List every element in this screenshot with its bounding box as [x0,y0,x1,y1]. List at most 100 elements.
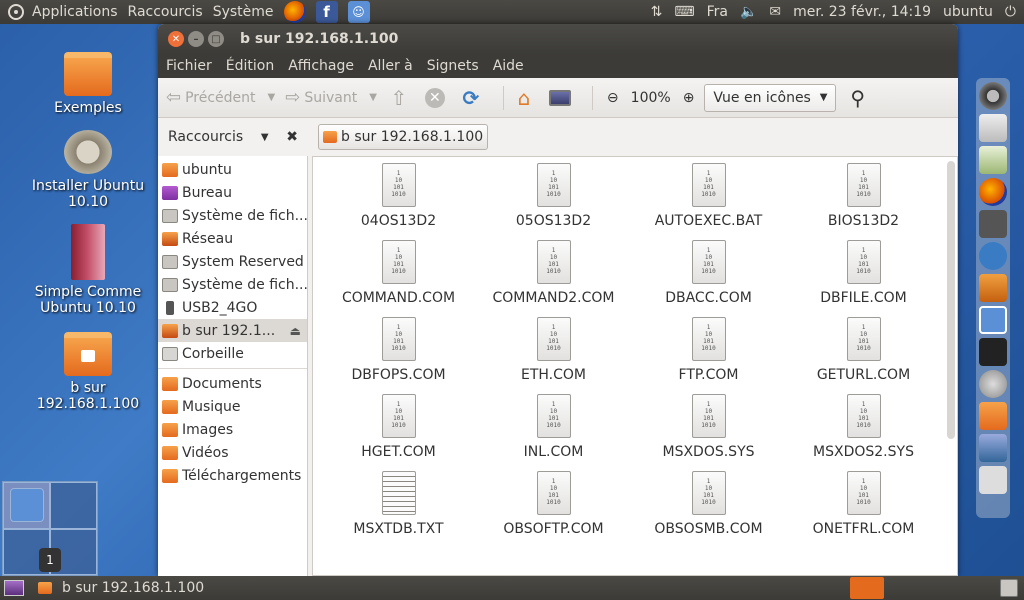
sidebar-item[interactable]: Vidéos [158,441,307,464]
menu-edit[interactable]: Édition [226,58,274,74]
sidebar-item[interactable]: Images [158,418,307,441]
home-folder-icon[interactable] [979,402,1007,430]
facebook-icon[interactable]: f [315,1,338,23]
zoom-in-icon[interactable]: ⊕ [683,90,695,106]
spreadsheet-icon[interactable] [979,146,1007,174]
file-item[interactable]: 1 10 101 1010 OBSOFTP.COM [476,471,631,537]
chevron-down-icon[interactable]: ▼ [268,92,276,103]
sidebar-item[interactable]: Téléchargements [158,464,307,487]
music-icon[interactable] [979,434,1007,462]
applications-menu[interactable]: Applications [32,4,118,20]
view-mode-select[interactable]: Vue en icônes ▼ [704,83,837,112]
power-icon[interactable]: ⏻ [1005,4,1016,20]
sidebar-item[interactable]: USB2_4GO [158,296,307,319]
minimize-button[interactable]: – [188,31,204,47]
file-item[interactable]: 1 10 101 1010 MSXDOS2.SYS [786,394,941,460]
sidebar-item[interactable]: Système de fich... [158,273,307,296]
ubuntu-logo-icon[interactable] [8,4,24,20]
reload-icon[interactable]: ⟳ [459,86,483,110]
path-button[interactable]: b sur 192.168.1.100 [318,124,489,150]
menu-go[interactable]: Aller à [368,58,413,74]
home-icon[interactable]: ⌂ [512,86,536,110]
file-item[interactable]: 1 10 101 1010 OBSOSMB.COM [631,471,786,537]
terminal-icon[interactable] [979,338,1007,366]
taskbar-item[interactable]: b sur 192.168.1.100 [38,580,204,596]
finder-icon[interactable]: ☺ [347,1,370,23]
clock[interactable]: mer. 23 févr., 14:19 [793,4,931,20]
sidebar-item[interactable]: Corbeille [158,342,307,365]
file-item[interactable]: 1 10 101 1010 ONETFRL.COM [786,471,941,537]
system-menu[interactable]: Système [213,4,274,20]
menu-view[interactable]: Affichage [288,58,354,74]
file-item[interactable]: 1 10 101 1010 INL.COM [476,394,631,460]
sidebar-mode-select[interactable]: Raccourcis [168,129,243,145]
settings-icon[interactable] [979,370,1007,398]
desktop-icon-network-share[interactable]: b sur 192.168.1.100 [18,332,158,412]
sidebar-item[interactable]: System Reserved [158,250,307,273]
forward-button[interactable]: ⇨ Suivant ▼ [285,87,377,108]
file-item[interactable]: 1 10 101 1010 DBACC.COM [631,240,786,306]
file-item[interactable]: 1 10 101 1010 FTP.COM [631,317,786,383]
file-item[interactable]: 1 10 101 1010 BIOS13D2 [786,163,941,229]
file-item[interactable]: 1 10 101 1010 MSXDOS.SYS [631,394,786,460]
finder-icon[interactable] [979,306,1007,334]
file-view[interactable]: 1 10 101 1010 04OS13D2 1 10 101 1010 05OS13D2 1 10 1… [312,156,958,576]
network-folder-icon[interactable] [850,577,884,599]
back-button[interactable]: ⇦ Précédent ▼ [166,87,275,108]
computer-button[interactable] [548,86,572,110]
text-editor-icon[interactable] [979,114,1007,142]
workspace-1[interactable] [3,482,50,529]
window-titlebar[interactable]: ✕ – □ b sur 192.168.1.100 [158,24,958,54]
file-item[interactable]: 1 10 101 1010 AUTOEXEC.BAT [631,163,786,229]
close-button[interactable]: ✕ [168,31,184,47]
trash-icon[interactable] [1000,579,1018,597]
file-item[interactable]: 1 10 101 1010 DBFOPS.COM [321,317,476,383]
file-item[interactable]: 1 10 101 1010 COMMAND2.COM [476,240,631,306]
user-menu[interactable]: ubuntu [943,4,993,20]
calculator-icon[interactable] [979,210,1007,238]
mail-icon[interactable]: ✉ [769,4,781,20]
volume-icon[interactable]: 🔈 [740,4,757,20]
chevron-down-icon[interactable]: ▼ [261,132,269,143]
menu-file[interactable]: Fichier [166,58,212,74]
file-item[interactable]: 1 10 101 1010 GETURL.COM [786,317,941,383]
zoom-level[interactable]: 100% [631,90,671,106]
chat-icon[interactable] [979,242,1007,270]
chevron-down-icon[interactable]: ▼ [369,92,377,103]
stop-button[interactable]: ✕ [423,86,447,110]
file-item[interactable]: 1 10 101 1010 DBFILE.COM [786,240,941,306]
desktop-icon-installer[interactable]: Installer Ubuntu 10.10 [18,130,158,210]
firefox-icon[interactable] [979,178,1007,206]
places-menu[interactable]: Raccourcis [128,4,203,20]
sidebar-item[interactable]: b sur 192.1... ⏏ [158,319,307,342]
eject-icon[interactable]: ⏏ [290,324,301,338]
maximize-button[interactable]: □ [208,31,224,47]
sidebar-item[interactable]: Réseau [158,227,307,250]
show-desktop-icon[interactable] [4,580,24,596]
file-item[interactable]: 1 10 101 1010 COMMAND.COM [321,240,476,306]
file-item[interactable]: 1 10 101 1010 ETH.COM [476,317,631,383]
workspace-2[interactable] [50,482,97,529]
network-transfer-icon[interactable]: ⇅ [651,4,663,20]
disc-icon[interactable] [979,82,1007,110]
up-arrow-icon[interactable]: ⇧ [387,86,411,110]
file-item[interactable]: 1 10 101 1010 04OS13D2 [321,163,476,229]
keyboard-layout[interactable]: Fra [707,4,728,20]
sidebar-item[interactable]: Musique [158,395,307,418]
keyboard-icon[interactable]: ⌨ [674,4,694,20]
desktop-icon-exemples[interactable]: Exemples [18,52,158,116]
zoom-out-icon[interactable]: ⊖ [607,90,619,106]
sidebar-item[interactable]: ubuntu [158,158,307,181]
sidebar-item[interactable]: Bureau [158,181,307,204]
file-item[interactable]: 1 10 101 1010 05OS13D2 [476,163,631,229]
sidebar-item[interactable]: Système de fich... [158,204,307,227]
close-sidebar-icon[interactable]: ✖ [286,129,298,145]
desktop-icon-book[interactable]: Simple Comme Ubuntu 10.10 [18,224,158,316]
menu-bookmarks[interactable]: Signets [427,58,479,74]
vlc-icon[interactable] [979,274,1007,302]
file-item[interactable]: 1 10 101 1010 HGET.COM [321,394,476,460]
firefox-icon[interactable] [283,1,306,23]
sidebar-item[interactable]: Documents [158,372,307,395]
network-folder-icon[interactable] [979,466,1007,494]
search-icon[interactable]: ⚲ [850,86,865,110]
